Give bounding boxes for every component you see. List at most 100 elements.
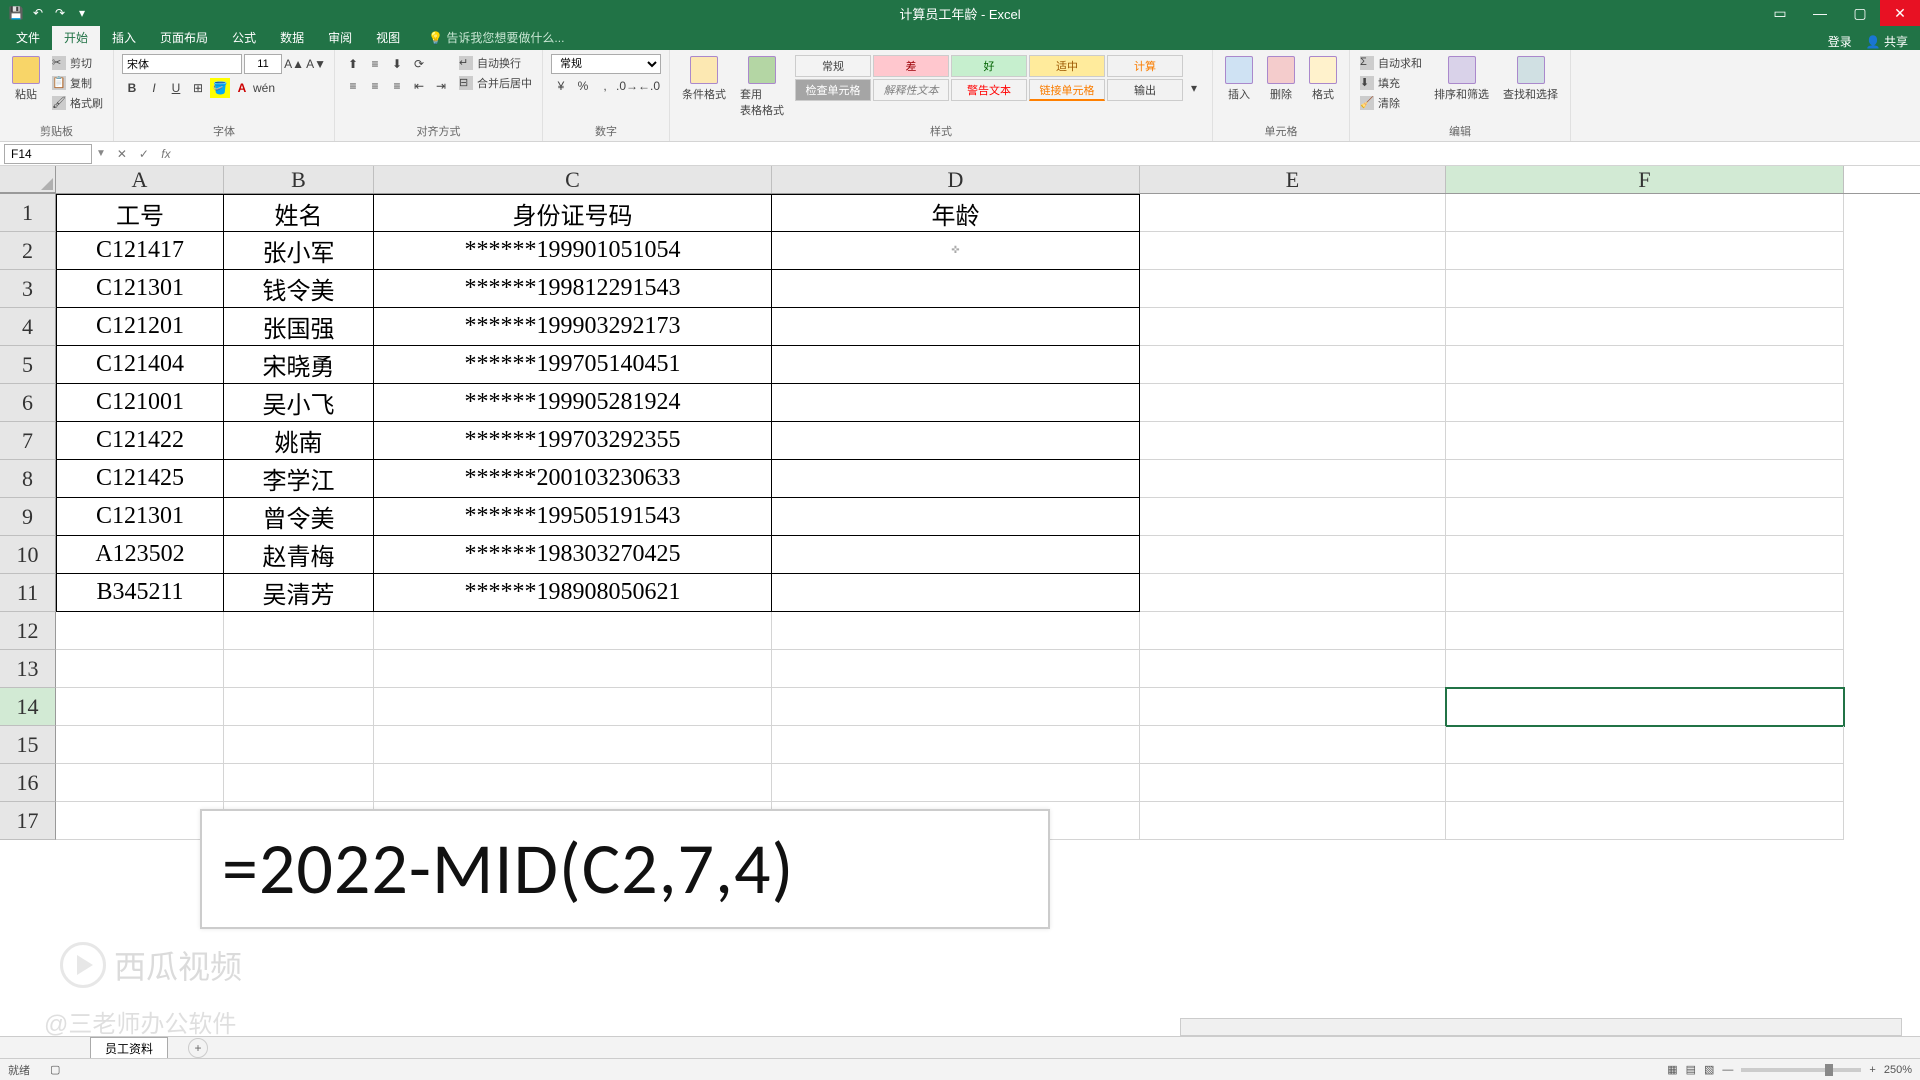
cell-C1[interactable]: 身份证号码 [374,194,772,232]
cell-B16[interactable] [224,764,374,802]
font-color-icon[interactable]: A [232,78,252,98]
cell-A7[interactable]: C121422 [56,422,224,460]
cell-F14[interactable] [1446,688,1844,726]
cell-B6[interactable]: 吴小飞 [224,384,374,422]
cell-D1[interactable]: 年龄 [772,194,1140,232]
format-as-table-button[interactable]: 套用 表格格式 [736,54,788,120]
sheet-tab-active[interactable]: 员工资料 [90,1037,168,1059]
qat-dropdown-icon[interactable]: ▾ [74,5,90,21]
styles-more-icon[interactable]: ▾ [1184,78,1204,98]
font-size-input[interactable] [244,54,282,74]
row-head-16[interactable]: 16 [0,764,56,802]
col-head-E[interactable]: E [1140,166,1446,193]
cell-D7[interactable] [772,422,1140,460]
row-head-8[interactable]: 8 [0,460,56,498]
cell-C7[interactable]: ******199703292355 [374,422,772,460]
style-normal[interactable]: 常规 [795,55,871,77]
cell-E2[interactable] [1140,232,1446,270]
col-head-F[interactable]: F [1446,166,1844,193]
cell-F16[interactable] [1446,764,1844,802]
undo-icon[interactable]: ↶ [30,5,46,21]
delete-cells-button[interactable]: 删除 [1263,54,1299,104]
cell-C9[interactable]: ******199505191543 [374,498,772,536]
cell-E17[interactable] [1140,802,1446,840]
cell-B5[interactable]: 宋晓勇 [224,346,374,384]
row-head-11[interactable]: 11 [0,574,56,612]
tab-data[interactable]: 数据 [268,25,316,50]
cell-B15[interactable] [224,726,374,764]
zoom-out-icon[interactable]: — [1722,1064,1733,1076]
cell-E3[interactable] [1140,270,1446,308]
cell-E1[interactable] [1140,194,1446,232]
cell-D11[interactable] [772,574,1140,612]
cell-A6[interactable]: C121001 [56,384,224,422]
decrease-decimal-icon[interactable]: ←.0 [639,76,659,96]
tell-me[interactable]: 💡 告诉我您想要做什么... [422,25,570,50]
cell-A13[interactable] [56,650,224,688]
cell-B7[interactable]: 姚南 [224,422,374,460]
cell-E9[interactable] [1140,498,1446,536]
phonetic-icon[interactable]: wén [254,78,274,98]
row-head-14[interactable]: 14 [0,688,56,726]
format-cells-button[interactable]: 格式 [1305,54,1341,104]
zoom-in-icon[interactable]: + [1869,1064,1875,1076]
cell-F11[interactable] [1446,574,1844,612]
clear-button[interactable]: 🧹清除 [1358,94,1424,112]
cell-D6[interactable] [772,384,1140,422]
tab-insert[interactable]: 插入 [100,25,148,50]
ribbon-display-icon[interactable]: ▭ [1760,0,1800,26]
cell-E16[interactable] [1140,764,1446,802]
comma-icon[interactable]: , [595,76,615,96]
tab-formulas[interactable]: 公式 [220,25,268,50]
paste-button[interactable]: 粘贴 [8,54,44,104]
tab-file[interactable]: 文件 [4,25,52,50]
row-head-15[interactable]: 15 [0,726,56,764]
style-output[interactable]: 输出 [1107,79,1183,101]
row-head-10[interactable]: 10 [0,536,56,574]
row-head-1[interactable]: 1 [0,194,56,232]
cell-A4[interactable]: C121201 [56,308,224,346]
cell-F9[interactable] [1446,498,1844,536]
style-link[interactable]: 链接单元格 [1029,79,1105,101]
style-explain[interactable]: 解释性文本 [873,79,949,101]
cell-C14[interactable] [374,688,772,726]
name-box[interactable]: F14 [4,144,92,164]
cell-F5[interactable] [1446,346,1844,384]
cell-A17[interactable] [56,802,224,840]
col-head-B[interactable]: B [224,166,374,193]
cell-B12[interactable] [224,612,374,650]
add-sheet-button[interactable]: + [188,1038,208,1058]
cell-F6[interactable] [1446,384,1844,422]
merge-center-button[interactable]: ⊟合并后居中 [457,74,534,92]
bold-icon[interactable]: B [122,78,142,98]
cell-C4[interactable]: ******199903292173 [374,308,772,346]
cell-C11[interactable]: ******198908050621 [374,574,772,612]
zoom-slider[interactable] [1741,1068,1861,1072]
align-center-icon[interactable]: ≡ [365,76,385,96]
autosum-button[interactable]: Σ自动求和 [1358,54,1424,72]
cell-A3[interactable]: C121301 [56,270,224,308]
col-head-D[interactable]: D [772,166,1140,193]
style-check[interactable]: 检查单元格 [795,79,871,101]
cell-A8[interactable]: C121425 [56,460,224,498]
cell-C2[interactable]: ******199901051054 [374,232,772,270]
cell-F15[interactable] [1446,726,1844,764]
align-left-icon[interactable]: ≡ [343,76,363,96]
insert-cells-button[interactable]: 插入 [1221,54,1257,104]
indent-inc-icon[interactable]: ⇥ [431,76,451,96]
cell-E5[interactable] [1140,346,1446,384]
login-link[interactable]: 登录 [1828,33,1852,50]
cell-F1[interactable] [1446,194,1844,232]
col-head-C[interactable]: C [374,166,772,193]
cell-E10[interactable] [1140,536,1446,574]
formula-input[interactable] [182,144,1920,164]
sort-filter-button[interactable]: 排序和筛选 [1430,54,1493,104]
cell-F12[interactable] [1446,612,1844,650]
cell-B4[interactable]: 张国强 [224,308,374,346]
cell-D13[interactable] [772,650,1140,688]
view-pagebreak-icon[interactable]: ▧ [1704,1063,1714,1076]
cell-D14[interactable] [772,688,1140,726]
indent-dec-icon[interactable]: ⇤ [409,76,429,96]
style-neutral[interactable]: 适中 [1029,55,1105,77]
cell-F3[interactable] [1446,270,1844,308]
